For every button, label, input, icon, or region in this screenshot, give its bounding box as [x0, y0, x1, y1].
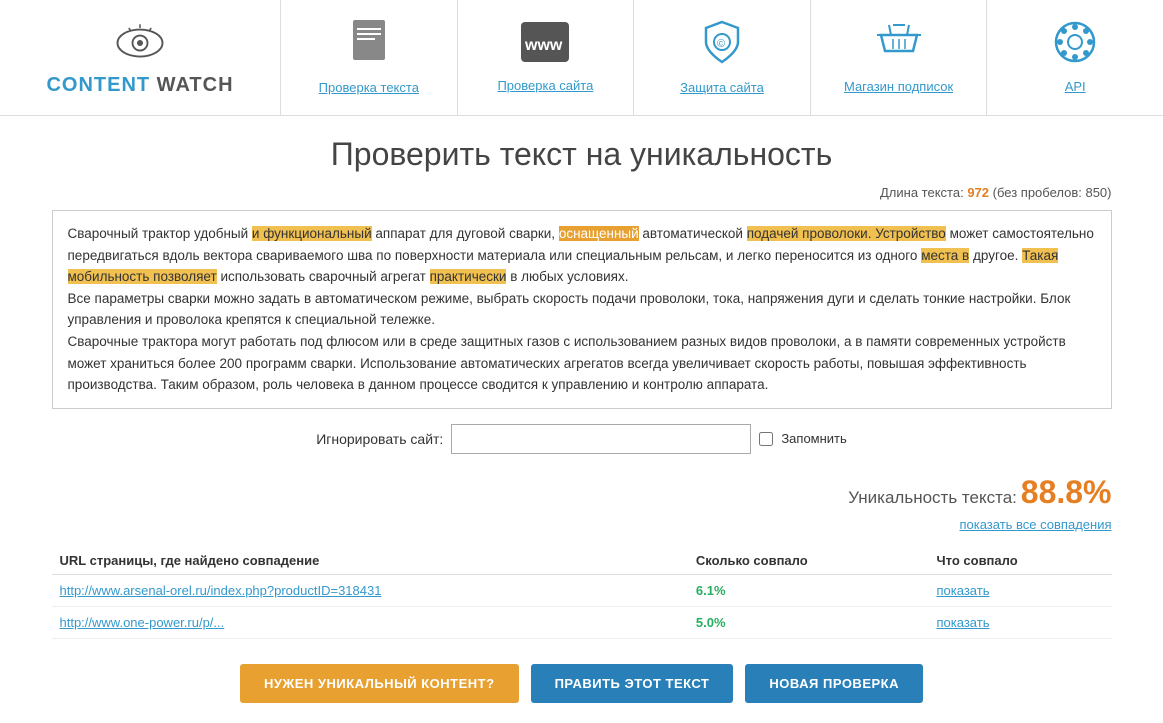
text-length-value: 972: [967, 185, 989, 200]
url-cell: http://www.one-power.ru/p/...: [52, 606, 688, 638]
score-label: Уникальность текста:: [848, 488, 1017, 507]
logo-content: CONTENT: [46, 74, 150, 96]
col-percent: Сколько совпало: [688, 547, 929, 575]
highlight-2: оснащенный: [559, 226, 639, 241]
score-value: 88.8%: [1021, 474, 1112, 510]
url-link[interactable]: http://www.arsenal-orel.ru/index.php?pro…: [60, 583, 382, 598]
nav-api-label: API: [1065, 79, 1086, 94]
results-table: URL страницы, где найдено совпадение Ско…: [52, 547, 1112, 639]
nav-check-text[interactable]: Проверка текста: [280, 0, 457, 115]
percent-cell: 6.1%: [688, 574, 929, 606]
ignore-row: Игнорировать сайт: Запомнить: [52, 424, 1112, 454]
text-display: Сварочный трактор удобный и функциональн…: [52, 210, 1112, 409]
text-icon: [349, 20, 389, 72]
table-row: http://www.arsenal-orel.ru/index.php?pro…: [52, 574, 1112, 606]
text-length-info: Длина текста: 972 (без пробелов: 850): [52, 185, 1112, 200]
new-check-button[interactable]: НОВАЯ ПРОВЕРКА: [745, 664, 923, 703]
show-link[interactable]: показать: [937, 583, 990, 598]
nav-protect-site[interactable]: © Защита сайта: [633, 0, 810, 115]
svg-text:www: www: [524, 37, 563, 54]
show-link[interactable]: показать: [937, 615, 990, 630]
text-length-label: Длина текста:: [880, 185, 964, 200]
basket-icon: [877, 21, 921, 71]
highlight-5: Такая мобильность позволяет: [68, 248, 1059, 285]
url-cell: http://www.arsenal-orel.ru/index.php?pro…: [52, 574, 688, 606]
text-length-no-spaces: (без пробелов: 850): [993, 185, 1112, 200]
header: CONTENT WATCH Проверка текста: [0, 0, 1163, 116]
remember-label: Запомнить: [781, 431, 846, 446]
api-icon: [1054, 21, 1096, 71]
table-row: http://www.one-power.ru/p/... 5.0% показ…: [52, 606, 1112, 638]
col-url: URL страницы, где найдено совпадение: [52, 547, 688, 575]
score-section: Уникальность текста: 88.8%: [52, 474, 1112, 511]
main-content: Проверить текст на уникальность Длина те…: [32, 116, 1132, 723]
www-icon: www: [521, 22, 569, 70]
nav-api[interactable]: API: [986, 0, 1163, 115]
table-header-row: URL страницы, где найдено совпадение Ско…: [52, 547, 1112, 575]
url-link[interactable]: http://www.one-power.ru/p/...: [60, 615, 225, 630]
percent-cell: 5.0%: [688, 606, 929, 638]
need-unique-button[interactable]: НУЖЕН УНИКАЛЬНЫЙ КОНТЕНТ?: [240, 664, 519, 703]
logo-area: CONTENT WATCH: [0, 0, 280, 115]
nav-shop-label: Магазин подписок: [844, 79, 953, 94]
logo-watch: WATCH: [150, 74, 233, 96]
highlight-6: практически: [430, 269, 507, 284]
remember-checkbox[interactable]: [759, 432, 773, 446]
show-cell: показать: [929, 574, 1112, 606]
nav-items: Проверка текста www Проверка сайта © За: [280, 0, 1163, 115]
edit-text-button[interactable]: ПРАВИТЬ ЭТОТ ТЕКСТ: [531, 664, 734, 703]
col-action: Что совпало: [929, 547, 1112, 575]
nav-shop[interactable]: Магазин подписок: [810, 0, 987, 115]
shield-icon: ©: [702, 20, 742, 72]
highlight-4: места в: [921, 248, 969, 263]
buttons-row: НУЖЕН УНИКАЛЬНЫЙ КОНТЕНТ? ПРАВИТЬ ЭТОТ Т…: [52, 664, 1112, 703]
nav-protect-site-label: Защита сайта: [680, 80, 764, 95]
highlight-3: подачей проволоки. Устройство: [747, 226, 946, 241]
logo-text: CONTENT WATCH: [46, 74, 233, 97]
ignore-label: Игнорировать сайт:: [316, 431, 443, 447]
highlight-1: и функциональный: [252, 226, 372, 241]
ignore-input[interactable]: [451, 424, 751, 454]
nav-check-site-label: Проверка сайта: [497, 78, 593, 93]
nav-check-text-label: Проверка текста: [319, 80, 419, 95]
svg-text:©: ©: [717, 38, 725, 50]
show-cell: показать: [929, 606, 1112, 638]
logo-icon: [110, 18, 170, 68]
page-title: Проверить текст на уникальность: [52, 136, 1112, 173]
show-all-matches-link[interactable]: показать все совпадения: [52, 517, 1112, 532]
nav-check-site[interactable]: www Проверка сайта: [457, 0, 634, 115]
